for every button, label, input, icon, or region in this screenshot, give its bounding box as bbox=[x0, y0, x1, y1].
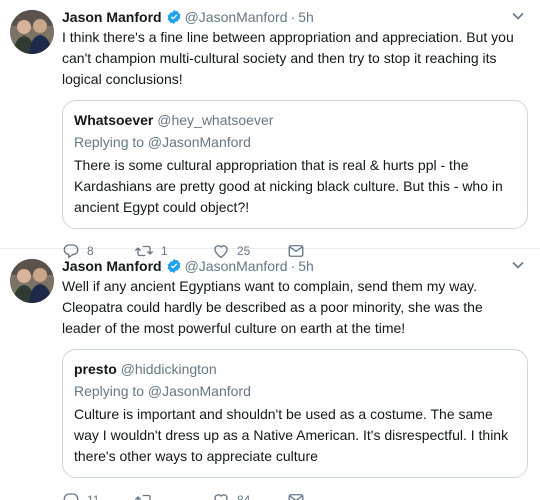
direct-message-button[interactable] bbox=[287, 491, 307, 500]
author-name[interactable]: Jason Manford bbox=[62, 8, 162, 26]
avatar[interactable] bbox=[10, 259, 54, 303]
author-name[interactable]: Jason Manford bbox=[62, 257, 162, 275]
like-count: 84 bbox=[237, 493, 251, 500]
timestamp[interactable]: 5h bbox=[298, 257, 314, 275]
author-handle[interactable]: @JasonManford bbox=[185, 257, 288, 275]
tweet-header: Jason Manford @JasonManford · 5h bbox=[62, 257, 528, 275]
heart-icon bbox=[212, 491, 230, 500]
reply-icon bbox=[62, 491, 80, 500]
quoted-tweet[interactable]: presto @hiddickington Replying to @Jason… bbox=[62, 349, 528, 478]
replying-to: Replying to @JasonManford bbox=[74, 383, 251, 399]
reply-button[interactable]: 11 bbox=[62, 491, 134, 500]
separator: · bbox=[290, 258, 296, 274]
tweet[interactable]: Jason Manford @JasonManford · 5h Well if… bbox=[0, 249, 540, 500]
envelope-icon bbox=[287, 491, 305, 500]
quoted-text: There is some cultural appropriation tha… bbox=[74, 157, 503, 215]
retweet-button[interactable] bbox=[134, 491, 212, 500]
quoted-author-name: presto bbox=[74, 361, 117, 377]
tweet[interactable]: Jason Manford @JasonManford · 5h I think… bbox=[0, 0, 540, 259]
reply-count: 11 bbox=[87, 493, 100, 500]
quoted-author-handle: @hey_whatsoever bbox=[157, 112, 274, 128]
quoted-author-name: Whatsoever bbox=[74, 112, 154, 128]
like-button[interactable]: 84 bbox=[212, 491, 287, 500]
avatar[interactable] bbox=[10, 10, 54, 54]
chevron-down-icon[interactable] bbox=[510, 10, 526, 22]
tweet-actions: 11 84 bbox=[62, 490, 528, 500]
quoted-text: Culture is important and shouldn't be us… bbox=[74, 406, 509, 464]
separator: · bbox=[290, 9, 296, 25]
author-handle[interactable]: @JasonManford bbox=[185, 8, 288, 26]
chevron-down-icon[interactable] bbox=[510, 259, 526, 271]
verified-badge-icon bbox=[166, 258, 182, 274]
quoted-tweet[interactable]: Whatsoever @hey_whatsoever Replying to @… bbox=[62, 100, 528, 229]
quoted-author-handle: @hiddickington bbox=[120, 361, 217, 377]
replying-to: Replying to @JasonManford bbox=[74, 134, 251, 150]
tweet-header: Jason Manford @JasonManford · 5h bbox=[62, 8, 528, 26]
timestamp[interactable]: 5h bbox=[298, 8, 314, 26]
tweet-text: Well if any ancient Egyptians want to co… bbox=[62, 278, 483, 336]
retweet-icon bbox=[134, 491, 154, 500]
verified-badge-icon bbox=[166, 9, 182, 25]
tweet-text: I think there's a fine line between appr… bbox=[62, 29, 514, 87]
